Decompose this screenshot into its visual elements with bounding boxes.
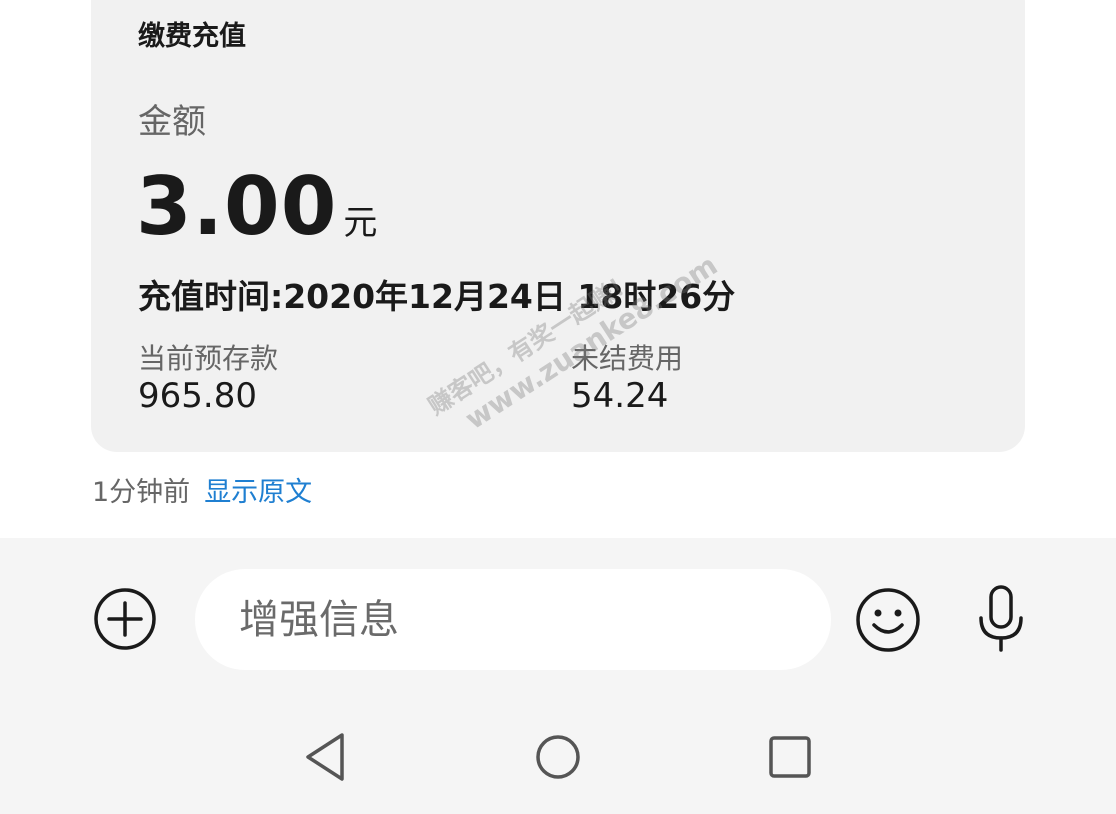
card-title: 缴费充值 — [138, 21, 246, 52]
message-input[interactable] — [195, 569, 831, 670]
home-circle-icon[interactable] — [533, 732, 583, 782]
emoji-icon[interactable] — [855, 587, 921, 653]
show-original-link[interactable]: 显示原文 — [204, 477, 312, 508]
back-triangle-icon[interactable] — [300, 730, 350, 784]
plus-circle-icon[interactable] — [93, 587, 157, 651]
prepaid-balance-value: 965.80 — [138, 376, 257, 416]
recharge-time: 充值时间:2020年12月24日 18时26分 — [138, 277, 736, 316]
unsettled-fee-value: 54.24 — [571, 376, 669, 416]
prepaid-balance-label: 当前预存款 — [138, 342, 279, 375]
unsettled-fee-label: 未结费用 — [571, 342, 684, 375]
amount-value: 3.00 — [136, 160, 338, 253]
amount-row: 3.00 元 — [136, 160, 377, 253]
message-time: 1分钟前 — [92, 477, 191, 508]
message-meta: 1分钟前 显示原文 — [92, 470, 312, 509]
microphone-icon[interactable] — [975, 584, 1027, 654]
amount-unit: 元 — [343, 203, 378, 243]
amount-label: 金额 — [138, 102, 206, 142]
recent-square-icon[interactable] — [765, 733, 815, 781]
